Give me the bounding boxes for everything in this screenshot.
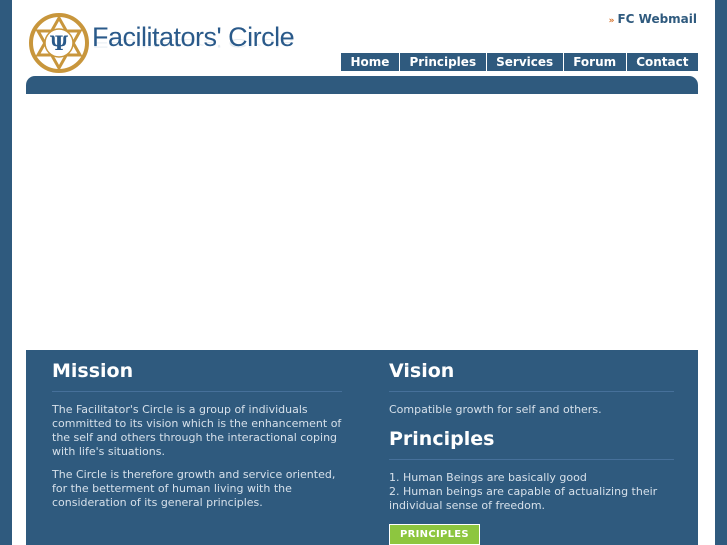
logo-emblem-icon: Ψ xyxy=(29,13,89,73)
site-logo[interactable]: Ψ Facilitators' Circle Facilitators' Cir… xyxy=(28,12,295,76)
principles-button[interactable]: PRINCIPLES xyxy=(389,524,480,545)
vision-title: Vision xyxy=(389,358,674,392)
nav-principles[interactable]: Principles xyxy=(398,53,486,71)
nav-services[interactable]: Services xyxy=(485,53,563,71)
logo-psi: Ψ xyxy=(50,31,69,55)
logo-reflection: Facilitators' Circle xyxy=(92,36,295,51)
vision-text: Compatible growth for self and others. xyxy=(389,403,602,416)
banner-bar xyxy=(26,76,698,94)
vision-column: Vision Compatible growth for self and ot… xyxy=(389,358,674,545)
webmail-label: FC Webmail xyxy=(617,12,697,26)
page: Ψ Facilitators' Circle Facilitators' Cir… xyxy=(12,0,715,545)
nav-home[interactable]: Home xyxy=(341,53,399,71)
nav-forum[interactable]: Forum xyxy=(562,53,626,71)
principles-item-2: 2. Human beings are capable of actualizi… xyxy=(389,485,658,512)
hero-area xyxy=(26,94,698,350)
mission-column: Mission The Facilitator's Circle is a gr… xyxy=(52,358,342,519)
mission-title: Mission xyxy=(52,358,342,392)
content-panel: Mission The Facilitator's Circle is a gr… xyxy=(26,350,698,545)
webmail-link[interactable]: » FC Webmail xyxy=(609,12,697,26)
main-nav: Home Principles Services Forum Contact xyxy=(341,53,698,71)
principles-title: Principles xyxy=(389,426,674,460)
double-chevron-right-icon: » xyxy=(608,16,615,26)
mission-paragraph-1: The Facilitator's Circle is a group of i… xyxy=(52,403,342,458)
principles-item-1: 1. Human Beings are basically good xyxy=(389,471,587,484)
mission-paragraph-2: The Circle is therefore growth and servi… xyxy=(52,468,336,509)
nav-contact[interactable]: Contact xyxy=(625,53,698,71)
